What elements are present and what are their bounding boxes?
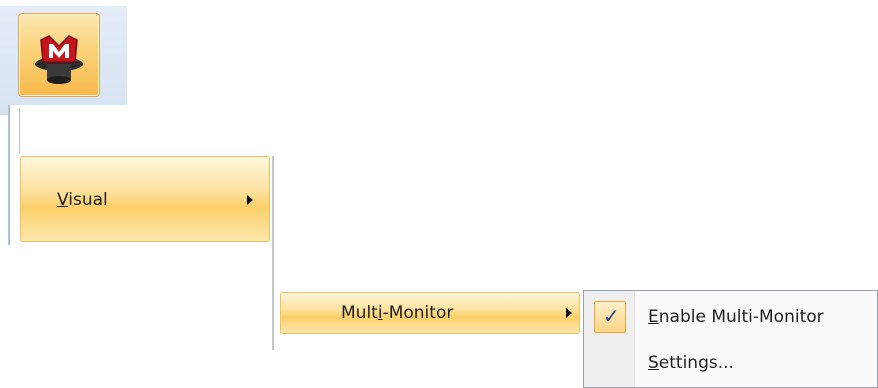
screen: Visual Multi-Monitor ✓ Enable Multi-Moni… xyxy=(0,0,878,388)
menu-item-settings-label: Settings... xyxy=(648,353,734,373)
menu-item-visual-label: Visual xyxy=(57,190,108,210)
menu-item-multi-monitor-label: Multi-Monitor xyxy=(341,303,454,323)
menu-item-multi-monitor[interactable]: Multi-Monitor xyxy=(280,292,580,334)
submenu-divider xyxy=(272,156,274,350)
menu-item-visual[interactable]: Visual xyxy=(20,156,270,242)
app-menu-button[interactable] xyxy=(18,13,100,97)
submenu-arrow-icon xyxy=(566,308,572,318)
menu-pane-divider xyxy=(19,108,20,154)
menu-item-settings[interactable]: Settings... xyxy=(586,343,878,385)
submenu-arrow-icon xyxy=(247,195,253,205)
checkmark-box: ✓ xyxy=(594,301,626,333)
m-hat-logo-icon xyxy=(35,35,83,84)
menu-item-enable-multi-monitor[interactable]: ✓ Enable Multi-Monitor xyxy=(586,297,878,339)
menu-item-enable-multi-monitor-label: Enable Multi-Monitor xyxy=(648,307,824,327)
multi-monitor-submenu: ✓ Enable Multi-Monitor Settings... xyxy=(583,290,878,388)
checkmark-icon: ✓ xyxy=(603,304,620,328)
